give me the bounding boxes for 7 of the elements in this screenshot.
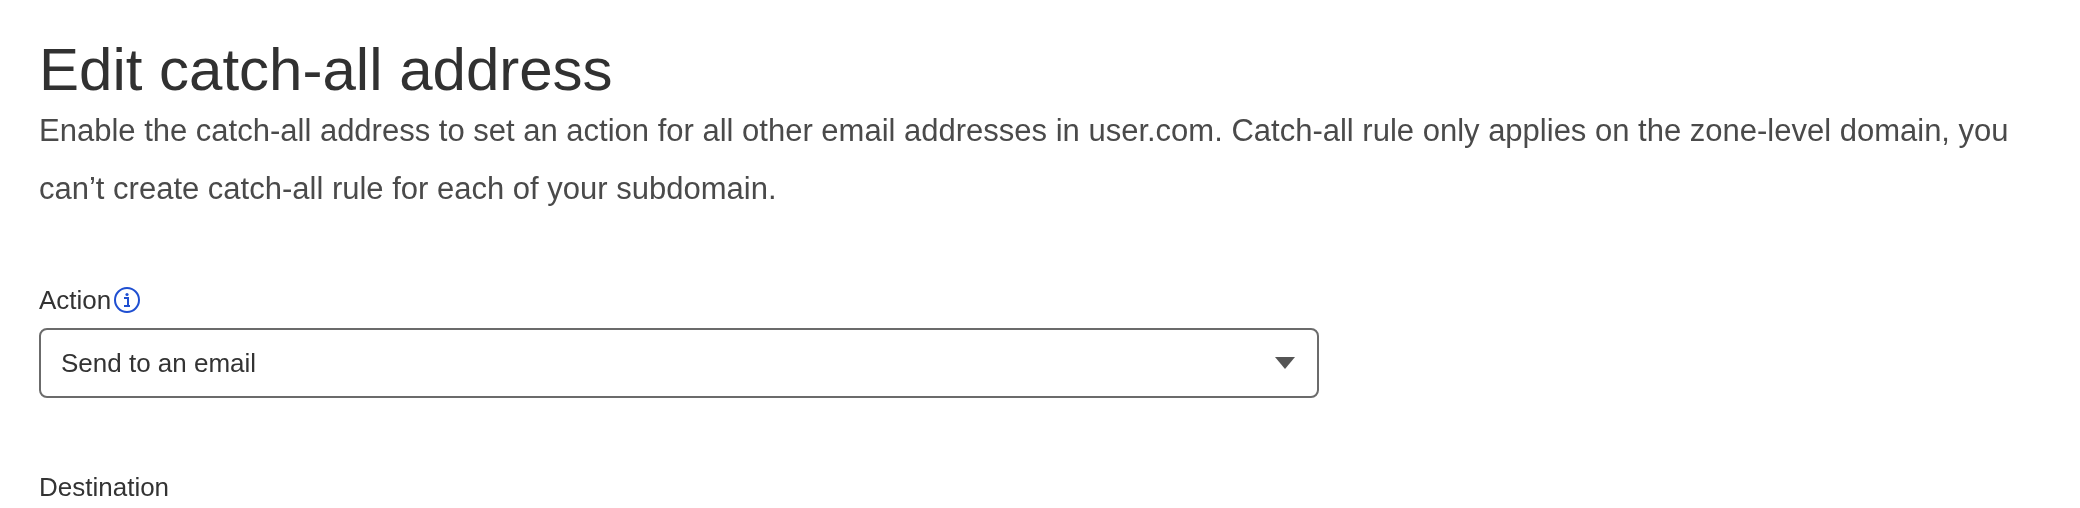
action-select[interactable]: Send to an email (39, 328, 1319, 398)
page-title: Edit catch-all address (39, 35, 614, 105)
info-icon[interactable] (113, 286, 142, 314)
field-label: Destination (39, 471, 171, 504)
dropdown-caret-icon (1275, 357, 1295, 369)
field-label: Action (39, 283, 112, 317)
description: Enable the catch-all address to set an action for all other email addresses in user.com. Catch-all rule only applies on the zone-level domain, you can’t create catch-all rule for each of your subdomain. (39, 112, 2010, 208)
